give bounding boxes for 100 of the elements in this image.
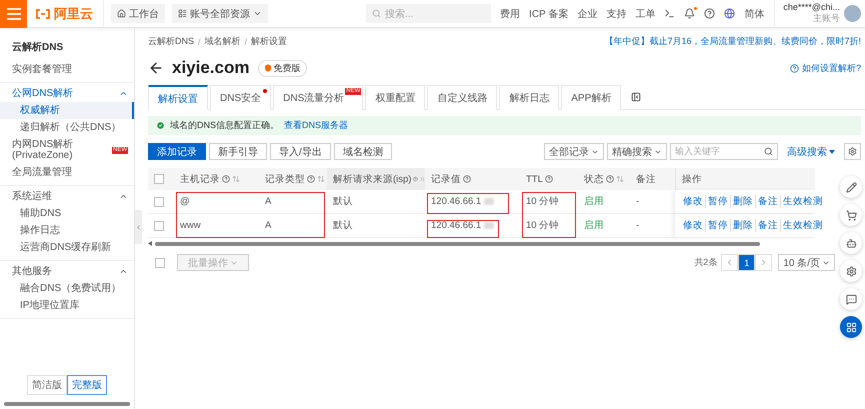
mode-toggle[interactable]: 完整版 [67,375,107,395]
action-link[interactable]: 暂停 [705,219,730,232]
chevron-up-icon [119,192,128,201]
sidebar-item[interactable]: 辅助DNS [0,205,134,222]
settings-button[interactable] [840,260,862,282]
collapse-handle[interactable] [135,210,142,244]
sidebar-item[interactable]: 全局流量管理 [0,164,134,181]
table-cell: - [636,220,640,231]
table-cell: 默认 [333,219,353,232]
action-link[interactable]: 生效检测 [780,195,825,208]
tab[interactable]: 权重配置 [365,85,426,110]
tab[interactable]: 自定义线路 [427,85,498,110]
sidebar-title: 云解析DNS [11,40,64,55]
highlight-frame [427,220,499,238]
redaction-blur [484,198,494,205]
action-link[interactable]: 生效检测 [780,219,825,232]
breadcrumb-link[interactable]: 解析设置 [251,35,288,48]
shield-icon [264,64,272,72]
grid-icon [846,322,856,332]
robot-button[interactable] [840,232,862,254]
account-name[interactable]: che****@chi... [783,2,840,12]
help-link[interactable]: 如何设置解析? [790,62,861,74]
tab[interactable]: 解析日志 [499,85,560,110]
action-link[interactable]: 修改 [681,219,705,232]
bell-icon[interactable] [684,8,696,19]
top-nav-link[interactable]: ICP 备案 [529,6,568,20]
top-nav-link[interactable]: 费用 [500,6,520,20]
toolbar-button[interactable]: 导入/导出 [270,143,331,160]
sidebar-item[interactable]: 操作日志 [0,222,134,239]
toolbar-button[interactable]: 新手引导 [209,143,267,160]
menu-button[interactable] [0,0,27,28]
record-filter-dropdown[interactable]: 全部记录 [544,143,604,160]
toolbar-button[interactable]: 添加记录 [148,143,206,160]
top-nav-link[interactable]: 工单 [635,6,656,20]
checkbox[interactable] [154,196,164,206]
checkbox[interactable] [154,174,164,184]
sidebar-item[interactable]: 其他服务 [0,263,134,280]
edit-button[interactable] [840,176,862,198]
promo-link[interactable]: 【年中促】截止7月16，全局流量管理新购、续费同价，限时7折! [604,35,861,48]
toolbar-button[interactable]: 域名检测 [334,143,392,160]
language-link[interactable]: 简体 [744,6,764,20]
help-icon[interactable] [606,175,614,183]
sidebar-item[interactable]: IP地理位置库 [0,297,134,314]
page-size-dropdown[interactable]: 10 条/页 [778,254,835,271]
action-link[interactable]: 暂停 [705,195,730,208]
help-icon[interactable] [463,175,471,183]
sidebar-item[interactable]: 融合DNS（免费试用） [0,280,134,297]
domain-title: xiyie.com [172,58,250,78]
chat-button[interactable] [840,288,862,310]
table-cell: 默认 [333,195,353,208]
sidebar-item[interactable]: 运营商DNS缓存刷新 [0,239,134,256]
terminal-icon[interactable] [664,8,676,19]
page-button[interactable]: 1 [738,254,756,271]
table-cell: - [636,196,640,207]
action-link[interactable]: 删除 [730,195,755,208]
advanced-search-link[interactable]: 高级搜索 [787,144,835,158]
scrollbar[interactable] [148,241,760,246]
settings-button[interactable] [844,143,861,160]
globe-icon[interactable] [724,8,736,19]
help-icon[interactable] [544,175,553,183]
action-link[interactable]: 修改 [681,195,705,208]
chevron-down-icon [253,9,262,18]
cart-button[interactable] [840,204,862,226]
top-nav-link[interactable]: 企业 [577,6,598,20]
action-link[interactable]: 备注 [755,219,780,232]
tab[interactable]: DNS安全 [210,85,272,110]
search-mode-dropdown[interactable]: 精确搜索 [607,143,667,160]
cart-icon [846,210,856,220]
action-link[interactable]: 备注 [755,195,780,208]
table-cell: 10 分钟 [526,219,560,232]
help-icon[interactable] [307,175,315,183]
column-header: 记录类型 [265,172,305,186]
total-count: 共2条 [694,256,718,269]
sidebar-item[interactable]: 递归解析（公共DNS） [0,119,134,136]
notice-text: 域名的DNS信息配置正确。 [170,119,280,132]
apps-button[interactable] [840,316,862,338]
workbench-button[interactable]: 工作台 [111,4,165,23]
help-icon[interactable] [413,175,418,183]
top-nav-link[interactable]: 支持 [606,6,626,20]
scrollbar[interactable] [4,401,130,406]
tab[interactable]: 解析设置 [148,85,208,110]
resources-dropdown[interactable]: 账号全部资源 [172,4,268,23]
column-header: TTL [526,174,543,184]
mode-toggle[interactable]: 简洁版 [27,375,67,395]
checkbox[interactable] [154,220,164,230]
checkbox[interactable] [155,258,165,268]
back-icon[interactable] [148,60,164,76]
breadcrumb-link[interactable]: 云解析DNS [148,35,194,48]
sidebar-item[interactable]: 权威解析 [0,102,134,119]
dns-server-link[interactable]: 查看DNS服务器 [284,119,348,132]
breadcrumb-link[interactable]: 域名解析 [204,35,241,48]
status-text: 启用 [584,195,604,208]
help-icon[interactable] [222,175,230,183]
tab[interactable]: APP解析 [561,85,622,110]
action-link[interactable]: 删除 [730,219,755,232]
collapse-icon[interactable] [631,92,642,102]
sidebar-item[interactable]: 公网DNS解析 [0,85,134,102]
sidebar-item[interactable]: 系统运维 [0,188,134,205]
sidebar-item[interactable]: 实例套餐管理 [0,61,134,78]
help-icon[interactable] [704,8,716,19]
